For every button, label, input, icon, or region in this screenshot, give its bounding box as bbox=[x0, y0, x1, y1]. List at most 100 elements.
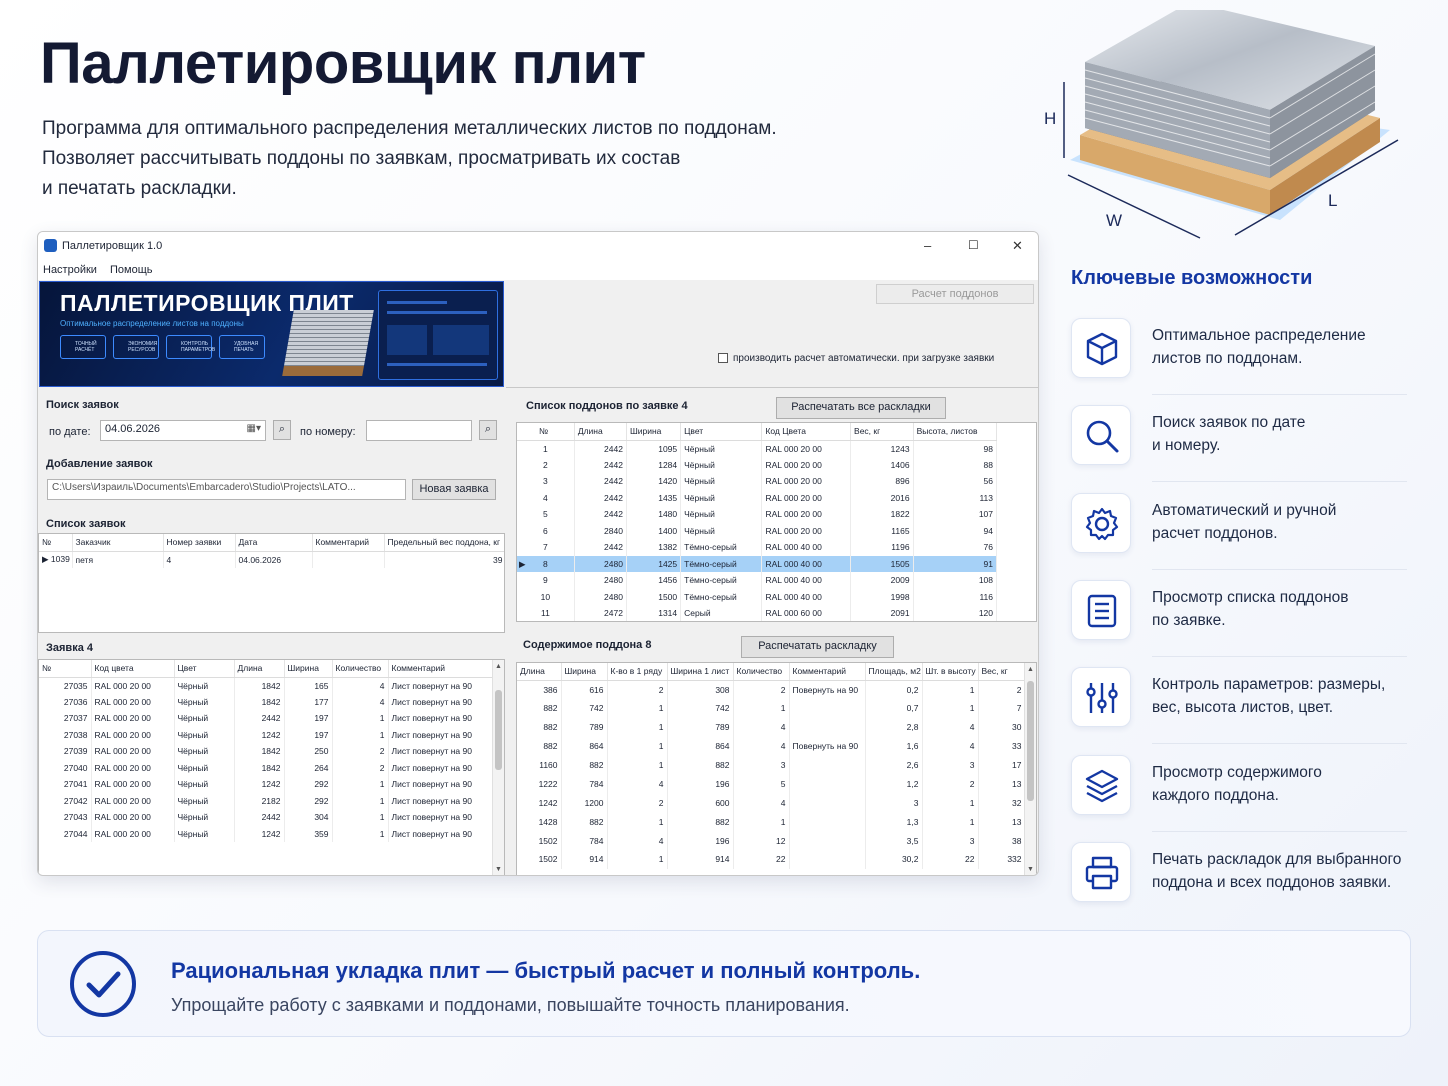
table-cell: 1242 bbox=[234, 776, 285, 793]
feature-icon-tile bbox=[1071, 841, 1131, 902]
table-cell: 789 bbox=[561, 717, 608, 737]
layers-icon bbox=[1085, 769, 1119, 802]
table-row[interactable]: 10 2480 1500 Тёмно-серый RAL 000 40 00 1998 11… bbox=[517, 588, 998, 605]
gear-icon bbox=[1085, 507, 1119, 540]
table-row[interactable]: 1 2442 1095 Чёрный RAL 000 20 00 1243 98 bbox=[517, 440, 998, 457]
column-header[interactable]: Комментарий bbox=[312, 534, 385, 552]
table-row[interactable]: 27044 RAL 000 20 00 Чёрный 1242 359 1 Лист пов… bbox=[39, 825, 495, 842]
table-row[interactable]: 882 864 1 864 4 Повернуть на 90 1,6 4 33 bbox=[517, 736, 1026, 756]
column-header[interactable]: Площадь, м2 bbox=[865, 663, 923, 681]
new-order-button[interactable]: Новая заявка bbox=[412, 479, 496, 500]
column-header[interactable]: Ширина bbox=[284, 660, 333, 678]
auto-calc-checkbox[interactable] bbox=[718, 353, 728, 363]
table-row[interactable]: ▶ 1039 петя 4 04.06.2026 39 bbox=[39, 551, 504, 568]
table-cell: RAL 000 20 00 bbox=[91, 792, 175, 809]
table-row[interactable]: 4 2442 1435 Чёрный RAL 000 20 00 2016 113 bbox=[517, 489, 998, 506]
table-row[interactable]: 1428 882 1 882 1 1,3 1 13 bbox=[517, 812, 1026, 832]
table-row[interactable]: ▶ 8 2480 1425 Тёмно-серый RAL 000 40 00 1505 91 bbox=[517, 555, 998, 572]
table-row[interactable]: 27036 RAL 000 20 00 Чёрный 1842 177 4 Лист пов… bbox=[39, 693, 495, 710]
table-row[interactable]: 27038 RAL 000 20 00 Чёрный 1242 197 1 Лист пов… bbox=[39, 726, 495, 743]
table-row[interactable]: 1222 784 4 196 5 1,2 2 13 bbox=[517, 774, 1026, 794]
column-header[interactable]: Длина bbox=[234, 660, 285, 678]
table-row[interactable]: 9 2480 1456 Тёмно-серый RAL 000 40 00 2009 108 bbox=[517, 572, 998, 589]
order-number-input[interactable] bbox=[366, 420, 472, 441]
table-cell: 4 bbox=[163, 551, 236, 568]
table-row[interactable]: 27037 RAL 000 20 00 Чёрный 2442 197 1 Лист пов… bbox=[39, 710, 495, 727]
column-header[interactable]: Длина bbox=[574, 423, 627, 441]
scroll-thumb[interactable] bbox=[495, 690, 502, 770]
column-header[interactable]: Заказчик bbox=[72, 534, 164, 552]
scroll-thumb[interactable] bbox=[1027, 681, 1034, 801]
table-row[interactable]: 5 2442 1480 Чёрный RAL 000 20 00 1822 107 bbox=[517, 506, 998, 523]
table-cell: 2,8 bbox=[865, 717, 923, 737]
table-row[interactable]: 27041 RAL 000 20 00 Чёрный 1242 292 1 Лист пов… bbox=[39, 776, 495, 793]
table-row[interactable]: 882 789 1 789 4 2,8 4 30 bbox=[517, 717, 1026, 737]
search-by-number-button[interactable]: ⌕ bbox=[479, 420, 497, 440]
table-row[interactable]: 2 2442 1284 Чёрный RAL 000 20 00 1406 88 bbox=[517, 456, 998, 473]
calendar-icon[interactable]: ▦▾ bbox=[247, 423, 261, 434]
table-row[interactable]: 11 2472 1314 Серый RAL 000 60 00 2091 120 bbox=[517, 605, 998, 621]
print-layout-button[interactable]: Распечатать раскладку bbox=[741, 636, 894, 658]
table-row[interactable]: 1502 914 1 914 22 30,2 22 332 bbox=[517, 850, 1026, 869]
scroll-up-icon[interactable]: ▲ bbox=[495, 663, 502, 670]
description-line: Программа для оптимального распределения… bbox=[42, 118, 777, 139]
vertical-scrollbar[interactable]: ▲ ▼ bbox=[1024, 663, 1036, 875]
column-header[interactable]: Комментарий bbox=[789, 663, 866, 681]
scroll-up-icon[interactable]: ▲ bbox=[1027, 666, 1034, 673]
table-row[interactable]: 27042 RAL 000 20 00 Чёрный 2182 292 1 Лист пов… bbox=[39, 792, 495, 809]
column-header[interactable]: № bbox=[39, 660, 92, 678]
column-header[interactable]: Предельный вес поддона, кг bbox=[384, 534, 504, 552]
table-row[interactable]: 882 742 1 742 1 0,7 1 7 bbox=[517, 698, 1026, 718]
table-row[interactable]: 7 2442 1382 Тёмно-серый RAL 000 40 00 1196 76 bbox=[517, 539, 998, 556]
menu-help[interactable]: Помощь bbox=[110, 264, 153, 276]
column-header[interactable]: Комментарий bbox=[388, 660, 495, 678]
minimize-icon[interactable]: – bbox=[924, 238, 931, 253]
scroll-down-icon[interactable]: ▼ bbox=[1027, 866, 1034, 873]
column-header[interactable]: Длина bbox=[517, 663, 562, 681]
column-header[interactable]: Ширина bbox=[561, 663, 608, 681]
table-row[interactable]: 27035 RAL 000 20 00 Чёрный 1842 165 4 Лист пов… bbox=[39, 677, 495, 694]
table-cell bbox=[789, 698, 866, 718]
table-row[interactable]: 27040 RAL 000 20 00 Чёрный 1842 264 2 Лист пов… bbox=[39, 759, 495, 776]
column-header[interactable]: Количество bbox=[733, 663, 790, 681]
table-row[interactable]: 6 2840 1400 Чёрный RAL 000 20 00 1165 94 bbox=[517, 522, 998, 539]
table-row[interactable]: 1502 784 4 196 12 3,5 3 38 bbox=[517, 831, 1026, 851]
column-header[interactable]: Ширина bbox=[626, 423, 682, 441]
table-cell: 39 bbox=[384, 551, 504, 568]
table-row[interactable]: 27039 RAL 000 20 00 Чёрный 1842 250 2 Лист пов… bbox=[39, 743, 495, 760]
column-header[interactable]: Ширина 1 лист bbox=[667, 663, 734, 681]
column-header[interactable]: Высота, листов bbox=[913, 423, 998, 441]
column-header[interactable]: Цвет bbox=[174, 660, 235, 678]
column-header[interactable]: Код Цвета bbox=[761, 423, 852, 441]
column-header[interactable]: Шт. в высоту bbox=[922, 663, 979, 681]
print-all-layouts-button[interactable]: Распечатать все раскладки bbox=[776, 397, 946, 419]
file-path-field[interactable]: C:\Users\Израиль\Documents\Embarcadero\S… bbox=[47, 479, 406, 500]
search-by-date-button[interactable]: ⌕ bbox=[273, 420, 291, 440]
column-header[interactable]: Вес, кг bbox=[978, 663, 1026, 681]
column-header[interactable]: Цвет bbox=[680, 423, 763, 441]
maximize-icon[interactable]: ☐ bbox=[968, 238, 979, 252]
column-header[interactable]: Код цвета bbox=[91, 660, 175, 678]
column-header[interactable]: № bbox=[39, 534, 73, 552]
column-header[interactable]: Номер заявки bbox=[163, 534, 236, 552]
close-icon[interactable]: ✕ bbox=[1012, 238, 1023, 254]
date-picker[interactable]: 04.06.2026 ▦▾ bbox=[100, 420, 266, 441]
table-row[interactable]: 386 616 2 308 2 Повернуть на 90 0,2 1 2 bbox=[517, 680, 1026, 699]
table-cell: 1,2 bbox=[865, 774, 923, 794]
calc-pallets-button[interactable]: Расчет поддонов bbox=[876, 284, 1034, 304]
table-cell: 1505 bbox=[850, 555, 914, 572]
table-row[interactable]: 1160 882 1 882 3 2,6 3 17 bbox=[517, 755, 1026, 775]
scroll-down-icon[interactable]: ▼ bbox=[495, 866, 502, 873]
table-row[interactable]: 1242 1200 2 600 4 3 1 32 bbox=[517, 793, 1026, 813]
table-row[interactable]: 27043 RAL 000 20 00 Чёрный 2442 304 1 Лист пов… bbox=[39, 809, 495, 826]
column-header[interactable]: Количество bbox=[332, 660, 389, 678]
column-header[interactable]: № bbox=[517, 423, 575, 441]
column-header[interactable]: К-во в 1 ряду bbox=[607, 663, 668, 681]
feature-text: Просмотр содержимого каждого поддона. bbox=[1152, 761, 1422, 807]
column-header[interactable]: Дата bbox=[235, 534, 313, 552]
menu-settings[interactable]: Настройки bbox=[43, 264, 97, 276]
vertical-scrollbar[interactable]: ▲ ▼ bbox=[492, 660, 504, 875]
table-cell: 896 bbox=[850, 473, 914, 490]
table-row[interactable]: 3 2442 1420 Чёрный RAL 000 20 00 896 56 bbox=[517, 473, 998, 490]
column-header[interactable]: Вес, кг bbox=[850, 423, 914, 441]
